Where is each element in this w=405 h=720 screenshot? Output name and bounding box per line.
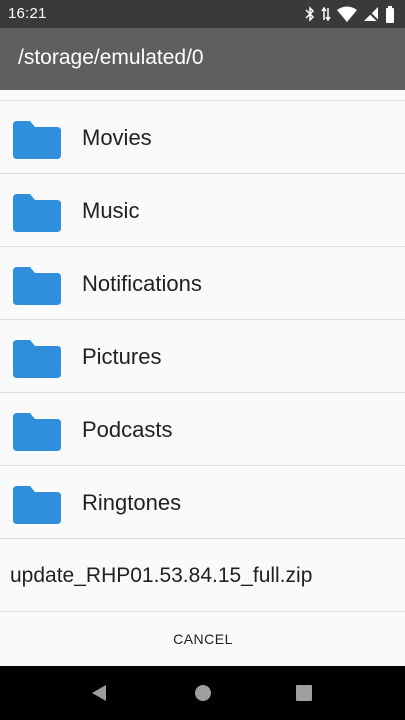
current-path: /storage/emulated/0 bbox=[18, 46, 204, 69]
folder-item-podcasts[interactable]: Podcasts bbox=[0, 393, 405, 466]
home-icon[interactable] bbox=[188, 678, 218, 708]
folder-item-music[interactable]: Music bbox=[0, 174, 405, 247]
dialog-actions: CANCEL bbox=[0, 612, 405, 666]
folder-label: Ringtones bbox=[82, 490, 182, 515]
folder-label: Podcasts bbox=[82, 417, 173, 442]
file-label: update_RHP01.53.84.15_full.zip bbox=[10, 564, 313, 587]
file-picker-screen: 16:21 /storage/emulated/0 Movies Music N… bbox=[0, 0, 405, 720]
status-bar: 16:21 bbox=[0, 0, 405, 28]
folder-icon bbox=[13, 340, 61, 378]
status-time: 16:21 bbox=[8, 5, 47, 22]
folder-item-notifications[interactable]: Notifications bbox=[0, 247, 405, 320]
folder-label: Movies bbox=[82, 125, 152, 150]
file-item-update-zip[interactable]: update_RHP01.53.84.15_full.zip bbox=[0, 539, 405, 612]
title-bar: /storage/emulated/0 bbox=[0, 28, 405, 90]
wifi-icon bbox=[337, 6, 357, 22]
folder-icon bbox=[13, 267, 61, 305]
folder-icon bbox=[13, 486, 61, 524]
bluetooth-icon bbox=[305, 6, 315, 22]
folder-icon bbox=[13, 121, 61, 159]
folder-label: Pictures bbox=[82, 344, 162, 369]
data-arrows-icon bbox=[321, 6, 331, 22]
back-icon[interactable] bbox=[85, 678, 115, 708]
status-icons bbox=[305, 5, 395, 23]
folder-label: Notifications bbox=[82, 271, 202, 296]
cancel-button[interactable]: CANCEL bbox=[158, 624, 248, 654]
folder-icon bbox=[13, 194, 61, 232]
folder-label: Music bbox=[82, 198, 140, 223]
battery-icon bbox=[385, 5, 395, 23]
folder-icon bbox=[13, 413, 61, 451]
folder-item-pictures[interactable]: Pictures bbox=[0, 320, 405, 393]
recents-icon[interactable] bbox=[289, 678, 319, 708]
file-list[interactable]: Movies Music Notifications Pictures Podc… bbox=[0, 90, 405, 612]
no-signal-icon bbox=[363, 6, 379, 22]
navigation-bar bbox=[0, 666, 405, 720]
folder-item-ringtones[interactable]: Ringtones bbox=[0, 466, 405, 539]
folder-item-movies[interactable]: Movies bbox=[0, 101, 405, 174]
